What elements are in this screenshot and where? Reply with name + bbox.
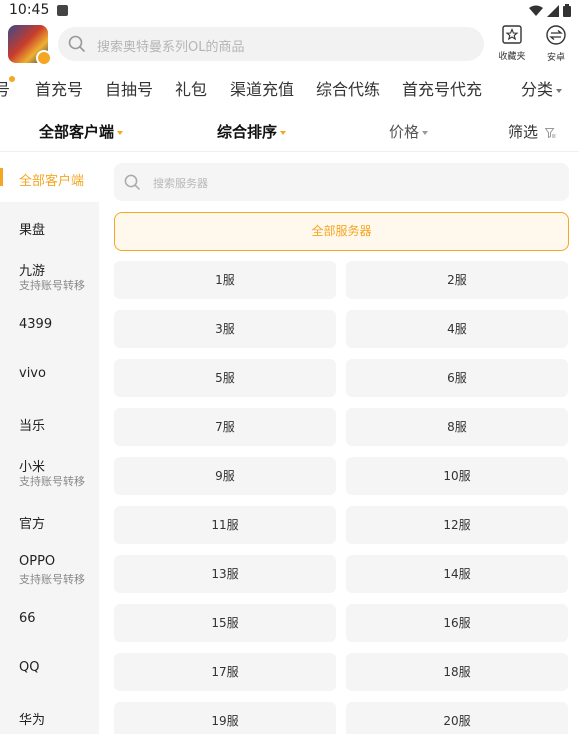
chevron-down-icon [422, 130, 429, 135]
sidebar-item-dangle[interactable]: 当乐 [0, 398, 99, 447]
server-search-placeholder: 搜索服务器 [153, 177, 208, 190]
server-button[interactable]: 6服 [346, 359, 568, 397]
client-filter[interactable]: 全部客户端 [39, 121, 124, 142]
server-button[interactable]: 13服 [114, 555, 336, 593]
server-button[interactable]: 1服 [114, 261, 336, 299]
server-button[interactable]: 20服 [346, 702, 568, 734]
signal-icon [547, 4, 559, 17]
sidebar-item-66[interactable]: 66 [0, 594, 99, 643]
server-button[interactable]: 19服 [114, 702, 336, 734]
favorites-icon [502, 25, 522, 44]
sidebar-item-4399[interactable]: 4399 [0, 300, 99, 349]
category-tabs: 号 首充号 自抽号 礼包 渠道充值 综合代练 首充号代充 分类 [0, 66, 579, 108]
server-button[interactable]: 12服 [346, 506, 568, 544]
sidebar-item-note: 支持账号转移 [19, 279, 85, 292]
sidebar-item-note: 支持账号转移 [19, 475, 85, 488]
price-label: 价格 [389, 123, 420, 141]
sidebar-item-xiaomi[interactable]: 小米 支持账号转移 [0, 447, 99, 496]
status-time: 10:45 [9, 2, 50, 18]
product-search-input[interactable]: 搜索奥特曼系列OL的商品 [58, 27, 484, 61]
server-button[interactable]: 15服 [114, 604, 336, 642]
status-icons [529, 4, 571, 17]
client-filter-label: 全部客户端 [39, 123, 115, 141]
platform-switch-button[interactable]: 安卓 [538, 25, 574, 65]
server-button[interactable]: 11服 [114, 506, 336, 544]
sidebar-item-label: 全部客户端 [19, 174, 85, 189]
wifi-icon [529, 5, 543, 16]
platform-label: 安卓 [546, 53, 565, 63]
server-button[interactable]: 18服 [346, 653, 568, 691]
all-servers-button[interactable]: 全部服务器 [114, 212, 569, 251]
tab-gift[interactable]: 礼包 [175, 76, 207, 100]
sidebar-item-label: 官方 [19, 517, 46, 532]
game-icon[interactable] [8, 25, 52, 66]
filter-label: 筛选 [508, 123, 539, 141]
sidebar-item-note: 支持账号转移 [19, 573, 85, 586]
sidebar-item-jiuyou[interactable]: 九游 支持账号转移 [0, 251, 99, 300]
server-button[interactable]: 5服 [114, 359, 336, 397]
price-sort[interactable]: 价格 [389, 121, 429, 142]
active-indicator [0, 168, 3, 186]
tab-boosting[interactable]: 综合代练 [316, 76, 380, 100]
sidebar-item-all-clients[interactable]: 全部客户端 [0, 153, 99, 202]
chevron-down-icon [556, 88, 563, 93]
search-placeholder: 搜索奥特曼系列OL的商品 [97, 40, 245, 55]
tab-channel-recharge[interactable]: 渠道充值 [230, 76, 294, 100]
server-button[interactable]: 4服 [346, 310, 568, 348]
sim-icon [57, 5, 68, 16]
sidebar-item-label: QQ [19, 660, 40, 675]
chevron-down-icon [117, 130, 124, 135]
server-search-input[interactable]: 搜索服务器 [114, 163, 569, 201]
tab-first-recharge[interactable]: 首充号 [35, 76, 83, 100]
sort-bar: 全部客户端 综合排序 价格 筛选 [0, 110, 579, 152]
sidebar-item-qq[interactable]: QQ [0, 643, 99, 692]
server-button[interactable]: 2服 [346, 261, 568, 299]
server-button[interactable]: 10服 [346, 457, 568, 495]
sidebar-item-vivo[interactable]: vivo [0, 349, 99, 398]
sidebar-item-guopan[interactable]: 果盘 [0, 202, 99, 251]
filter-button[interactable]: 筛选 [508, 121, 556, 142]
server-button[interactable]: 3服 [114, 310, 336, 348]
switch-game-icon[interactable] [36, 50, 52, 66]
favorites-button[interactable]: 收藏夹 [494, 25, 530, 65]
server-button[interactable]: 16服 [346, 604, 568, 642]
client-sidebar: 全部客户端 果盘 九游 支持账号转移 4399 vivo 当乐 小米 支持账号转… [0, 153, 99, 734]
chevron-down-icon [280, 130, 287, 135]
category-label: 分类 [521, 80, 554, 99]
server-button[interactable]: 7服 [114, 408, 336, 446]
search-icon [68, 35, 86, 53]
status-bar: 10:45 [0, 0, 579, 22]
sidebar-item-label: 果盘 [19, 223, 46, 238]
tab-notification-dot [9, 76, 15, 82]
favorites-label: 收藏夹 [498, 52, 526, 62]
platform-switch-icon [546, 25, 566, 45]
server-button[interactable]: 14服 [346, 555, 568, 593]
sidebar-item-oppo[interactable]: OPPO 支持账号转移 [0, 545, 99, 594]
server-button[interactable]: 17服 [114, 653, 336, 691]
server-panel: 搜索服务器 全部服务器 1服 2服 3服 4服 5服 6服 7服 8服 9服 1… [99, 153, 579, 734]
sort-order-dropdown[interactable]: 综合排序 [217, 121, 287, 142]
sidebar-item-label: 当乐 [19, 419, 46, 434]
server-button[interactable]: 8服 [346, 408, 568, 446]
sort-order-label: 综合排序 [217, 123, 278, 141]
sidebar-item-label: OPPO [19, 554, 56, 569]
filter-icon [544, 127, 556, 138]
sidebar-item-label: 华为 [19, 713, 46, 728]
sidebar-item-huawei[interactable]: 华为 [0, 692, 99, 734]
sidebar-item-label: 4399 [19, 317, 53, 332]
sidebar-item-label: vivo [19, 366, 46, 381]
server-button[interactable]: 9服 [114, 457, 336, 495]
search-icon [124, 174, 141, 191]
sidebar-item-label: 66 [19, 611, 36, 626]
tab-self-draw[interactable]: 自抽号 [105, 76, 153, 100]
category-dropdown[interactable]: 分类 [521, 76, 563, 100]
top-header: 搜索奥特曼系列OL的商品 收藏夹 安卓 [0, 22, 579, 66]
battery-icon [563, 4, 571, 17]
tab-first-recharge-topup[interactable]: 首充号代充 [402, 76, 482, 100]
sidebar-item-official[interactable]: 官方 [0, 496, 99, 545]
